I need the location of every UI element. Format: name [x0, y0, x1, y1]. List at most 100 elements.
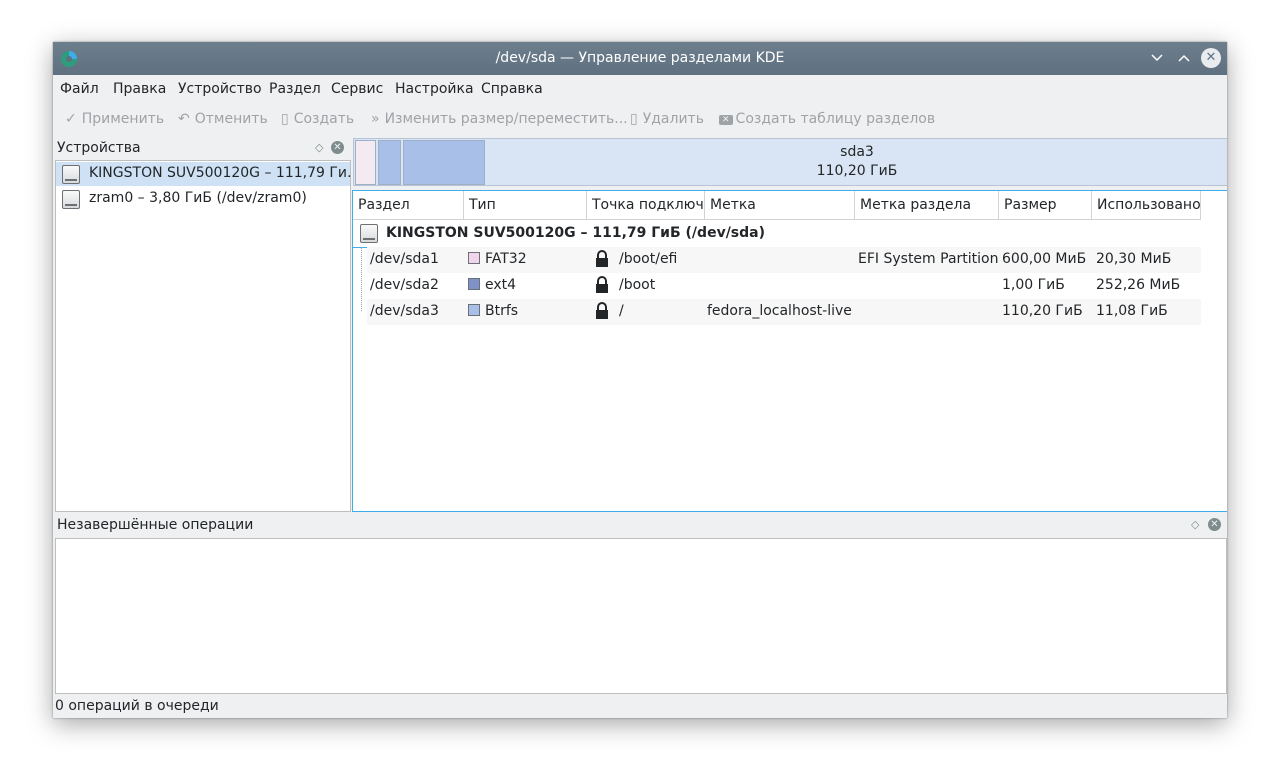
window-title: /dev/sda — Управление разделами KDE	[495, 50, 785, 66]
table-row[interactable]: /dev/sda2 ext4 /boot 1,00 ГиБ 252,26 МиБ	[367, 273, 1201, 299]
close-panel-icon[interactable]: ✕	[331, 141, 344, 154]
menu-settings[interactable]: Настройка	[395, 81, 474, 97]
lock-icon	[596, 250, 608, 267]
float-panel-icon[interactable]: ◇	[315, 141, 323, 154]
resize-move-button[interactable]: » Изменить размер/переместить...	[371, 111, 628, 127]
partition-table: Раздел Тип Точка подключе Метка Метка ра…	[352, 190, 1227, 512]
checkmark-icon: ✓	[65, 111, 77, 127]
menu-device[interactable]: Устройство	[178, 81, 262, 97]
fat32-color-swatch	[468, 252, 480, 264]
menu-edit[interactable]: Правка	[113, 81, 166, 97]
status-bar-text: 0 операций в очереди	[55, 698, 219, 714]
devices-panel: Устройства ◇ ✕ KINGSTON SUV500120G – 111…	[53, 136, 361, 512]
table-row[interactable]: /dev/sda1 FAT32 /boot/efi EFI System Par…	[367, 247, 1201, 273]
create-button[interactable]: ▯ Создать	[281, 111, 354, 127]
partition-cell: /dev/sda1	[370, 251, 439, 267]
partition-graphic-bar: sda3 110,20 ГиБ	[353, 138, 1227, 186]
undo-label: Отменить	[194, 111, 268, 127]
devices-list: KINGSTON SUV500120G – 111,79 Ги… zram0 –…	[55, 160, 361, 512]
column-header-size[interactable]: Размер	[999, 191, 1092, 219]
partition-segment-sda2[interactable]	[378, 140, 401, 185]
pending-operations-panel: Незавершённые операции ◇ ✕	[53, 512, 1227, 694]
create-partition-table-label: Создать таблицу разделов	[735, 111, 936, 127]
create-label: Создать	[293, 111, 355, 127]
chevron-down-icon	[1151, 54, 1163, 62]
device-item-zram0[interactable]: zram0 – 3,80 ГиБ (/dev/zram0)	[56, 187, 350, 211]
close-icon: ✕	[1205, 50, 1217, 65]
used-cell: 11,08 ГиБ	[1096, 303, 1168, 319]
partition-segment-sda3-label[interactable]: sda3 110,20 ГиБ	[487, 143, 1227, 181]
main-window: /dev/sda — Управление разделами KDE ✕ Фа…	[53, 42, 1227, 718]
pending-panel-title: Незавершённые операции	[57, 517, 254, 533]
used-cell: 20,30 МиБ	[1096, 251, 1172, 267]
new-document-icon: ▯	[281, 111, 289, 127]
hard-disk-icon	[62, 165, 80, 184]
size-cell: 600,00 МиБ	[1002, 251, 1087, 267]
partition-cell: /dev/sda2	[370, 277, 439, 293]
title-bar[interactable]: /dev/sda — Управление разделами KDE ✕	[53, 42, 1227, 75]
column-header-mount-point[interactable]: Точка подключе	[587, 191, 705, 219]
partition-cell: /dev/sda3	[370, 303, 439, 319]
table-row-device[interactable]: KINGSTON SUV500120G – 111,79 ГиБ (/dev/s…	[353, 221, 1201, 248]
column-header-partition-label[interactable]: Метка раздела	[855, 191, 999, 219]
undo-icon: ↶	[178, 111, 190, 127]
type-cell: ext4	[468, 277, 516, 293]
close-button[interactable]: ✕	[1201, 48, 1221, 68]
close-panel-icon[interactable]: ✕	[1208, 518, 1221, 531]
maximize-button[interactable]	[1174, 48, 1194, 68]
clear-table-icon: ✕	[719, 115, 733, 125]
type-label: FAT32	[485, 251, 527, 267]
type-cell: FAT32	[468, 251, 527, 267]
partition-segment-sda1[interactable]	[355, 140, 376, 185]
lock-icon	[596, 276, 608, 293]
selected-partition-size: 110,20 ГиБ	[816, 163, 898, 179]
minimize-button[interactable]	[1147, 48, 1167, 68]
devices-panel-title: Устройства	[57, 140, 141, 156]
menu-tools[interactable]: Сервис	[331, 81, 383, 97]
menu-bar: Файл Правка Устройство Раздел Сервис Нас…	[53, 75, 1227, 105]
mount-point-cell: /boot	[619, 277, 656, 293]
pending-operations-list	[55, 538, 1227, 694]
hard-disk-icon	[62, 190, 80, 209]
create-partition-table-button[interactable]: ✕ Создать таблицу разделов	[719, 111, 935, 127]
lock-icon	[596, 302, 608, 319]
menu-help[interactable]: Справка	[481, 81, 543, 97]
table-header: Раздел Тип Точка подключе Метка Метка ра…	[353, 191, 1201, 220]
label-cell: fedora_localhost-live	[707, 303, 852, 319]
mount-point-cell: /boot/efi	[619, 251, 678, 267]
menu-partition[interactable]: Раздел	[269, 81, 321, 97]
chevron-up-icon	[1178, 54, 1190, 62]
table-row[interactable]: /dev/sda3 Btrfs / fedora_localhost-live …	[367, 299, 1201, 325]
apply-button[interactable]: ✓ Применить	[65, 111, 164, 127]
float-panel-icon[interactable]: ◇	[1191, 518, 1199, 531]
column-header-label[interactable]: Метка	[705, 191, 855, 219]
used-cell: 252,26 МиБ	[1096, 277, 1181, 293]
trash-icon: ▯	[630, 111, 638, 127]
delete-label: Удалить	[642, 111, 704, 127]
ext4-color-swatch	[468, 278, 480, 290]
tree-branch-line	[361, 247, 362, 311]
partition-segment-sda3-used[interactable]	[403, 140, 485, 185]
column-header-type[interactable]: Тип	[464, 191, 587, 219]
type-cell: Btrfs	[468, 303, 518, 319]
double-chevron-right-icon: »	[371, 111, 380, 127]
type-label: Btrfs	[485, 303, 519, 319]
device-item-kingston[interactable]: KINGSTON SUV500120G – 111,79 Ги…	[56, 162, 361, 186]
size-cell: 1,00 ГиБ	[1002, 277, 1065, 293]
toolbar: ✓ Применить ↶ Отменить ▯ Создать » Изменить …	[53, 105, 1227, 135]
mount-point-cell: /	[619, 303, 624, 319]
device-row-label: KINGSTON SUV500120G – 111,79 ГиБ (/dev/s…	[386, 225, 766, 241]
apply-label: Применить	[81, 111, 165, 127]
column-header-partition[interactable]: Раздел	[353, 191, 464, 219]
menu-file[interactable]: Файл	[60, 81, 99, 97]
partition-label-cell: EFI System Partition	[858, 251, 999, 267]
size-cell: 110,20 ГиБ	[1002, 303, 1083, 319]
btrfs-color-swatch	[468, 304, 480, 316]
device-label: zram0 – 3,80 ГиБ (/dev/zram0)	[89, 190, 307, 206]
delete-button[interactable]: ▯ Удалить	[630, 111, 704, 127]
resize-move-label: Изменить размер/переместить...	[384, 111, 628, 127]
hard-disk-icon	[360, 224, 378, 243]
type-label: ext4	[485, 277, 517, 293]
undo-button[interactable]: ↶ Отменить	[178, 111, 268, 127]
column-header-used[interactable]: Использовано	[1092, 191, 1201, 219]
